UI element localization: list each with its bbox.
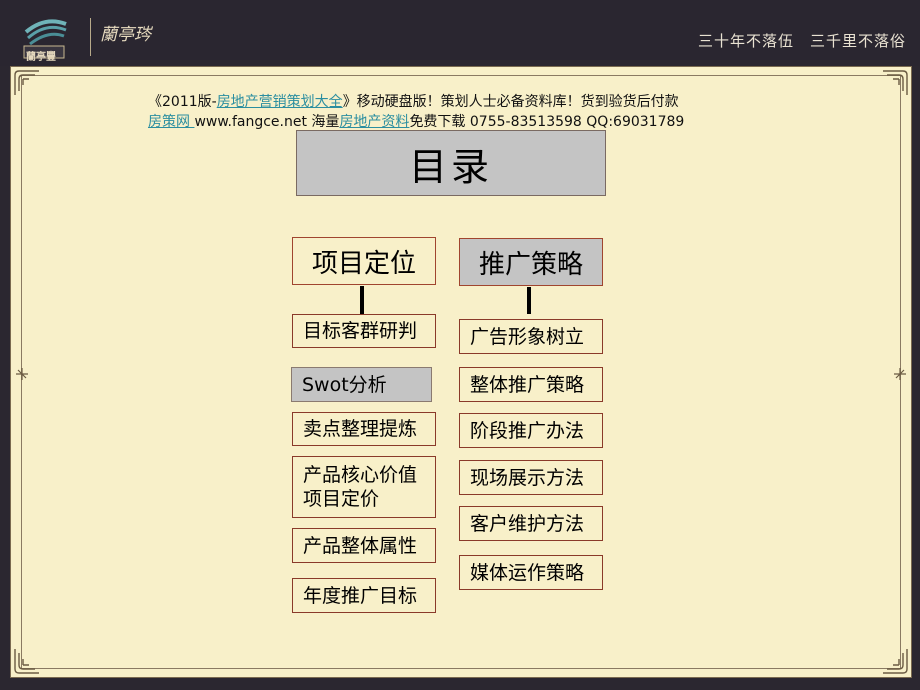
- heading-promotion: 推广策略: [459, 238, 603, 286]
- heading-positioning: 项目定位: [292, 237, 436, 285]
- right-item-5: 客户维护方法: [459, 506, 603, 541]
- top-bar: 蘭亭豐 蘭亭琌 三十年不落伍 三千里不落俗: [0, 0, 920, 66]
- promo-text: 《2011版-: [148, 94, 217, 110]
- right-item-3: 阶段推广办法: [459, 413, 603, 448]
- left-item-6: 年度推广目标: [292, 578, 436, 613]
- right-item-6: 媒体运作策略: [459, 555, 603, 590]
- left-item-2: Swot分析: [291, 367, 432, 402]
- promo-line-1: 《2011版-房地产营销策划大全》移动硬盘版！策划人士必备资料库！货到验货后付款: [148, 91, 679, 111]
- promo-link-marketing[interactable]: 房地产营销策划大全: [217, 94, 343, 110]
- page-title-box: 目录: [296, 130, 606, 196]
- left-item-3: 卖点整理提炼: [292, 412, 436, 446]
- corner-ornament-icon: [14, 70, 39, 95]
- promo-link-site[interactable]: 房策网: [148, 114, 194, 130]
- corner-ornament-icon: [883, 70, 908, 95]
- connector-line: [527, 287, 531, 314]
- promo-text: 》移动硬盘版！策划人士必备资料库！货到验货后付款: [342, 94, 679, 110]
- corner-ornament-icon: [14, 649, 39, 674]
- right-item-4: 现场展示方法: [459, 460, 603, 495]
- right-item-1: 广告形象树立: [459, 319, 603, 354]
- connector-line: [360, 286, 364, 314]
- promo-line-2: 房策网 www.fangce.net 海量房地产资料免费下载 0755-8351…: [148, 111, 684, 131]
- page-title: 目录: [408, 144, 493, 189]
- brand-logo: 蘭亭豐 蘭亭琌: [20, 10, 151, 63]
- logo-text: 蘭亭豐: [26, 52, 56, 63]
- right-item-2: 整体推广策略: [459, 367, 603, 402]
- corner-ornament-icon: [883, 649, 908, 674]
- header-slogan: 三十年不落伍 三千里不落俗: [697, 32, 906, 50]
- left-item-4: 产品核心价值 项目定价: [292, 456, 436, 518]
- promo-link-resources[interactable]: 房地产资料: [339, 114, 409, 130]
- promo-text: www.fangce.net 海量: [194, 114, 340, 130]
- promo-text: 免费下载 0755-83513598 QQ:69031789: [409, 114, 685, 130]
- side-ornament-icon: [894, 368, 906, 380]
- logo-script: 蘭亭琌: [100, 25, 151, 45]
- side-ornament-icon: [16, 368, 28, 380]
- left-item-1: 目标客群研判: [292, 314, 436, 348]
- left-item-5: 产品整体属性: [292, 528, 436, 563]
- logo-divider: [90, 18, 91, 56]
